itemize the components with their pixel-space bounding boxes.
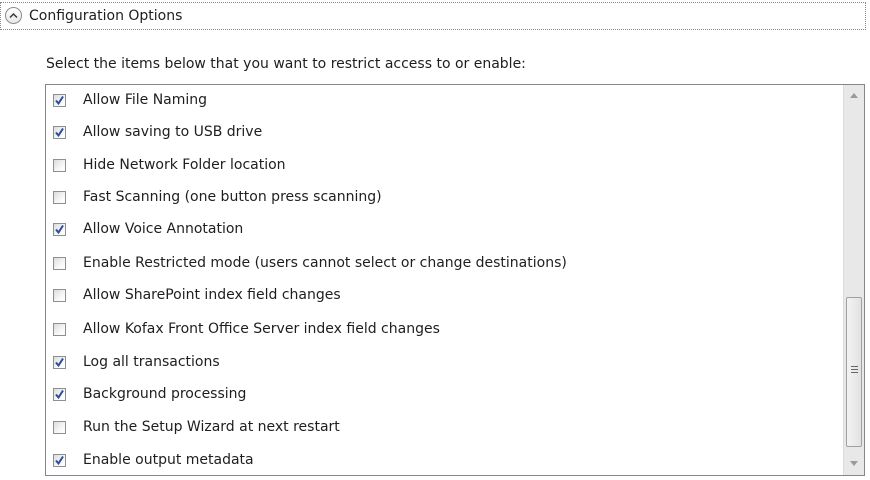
configuration-options-header: Configuration Options xyxy=(0,2,866,30)
checkbox-unchecked[interactable] xyxy=(53,289,66,302)
option-label: Allow Kofax Front Office Server index fi… xyxy=(83,321,440,337)
option-label: Log all transactions xyxy=(83,354,220,370)
checkbox-checked[interactable] xyxy=(53,356,66,369)
option-label: Allow Voice Annotation xyxy=(83,221,244,237)
scroll-down-arrow-icon[interactable] xyxy=(844,455,864,473)
chevron-up-icon[interactable] xyxy=(5,7,22,24)
option-label: Fast Scanning (one button press scanning… xyxy=(83,189,382,205)
option-label: Background processing xyxy=(83,386,247,402)
scroll-up-arrow-icon[interactable] xyxy=(844,87,864,105)
checkbox-unchecked[interactable] xyxy=(53,257,66,270)
option-label: Allow File Naming xyxy=(83,92,208,108)
option-row[interactable]: Allow SharePoint index field changes xyxy=(46,283,836,311)
option-row[interactable]: Log all transactions xyxy=(46,350,836,378)
section-title: Configuration Options xyxy=(29,8,183,24)
option-label: Enable output metadata xyxy=(83,452,254,468)
option-label: Hide Network Folder location xyxy=(83,157,286,173)
option-label: Run the Setup Wizard at next restart xyxy=(83,419,340,435)
option-row[interactable]: Run the Setup Wizard at next restart xyxy=(46,415,836,443)
checkbox-unchecked[interactable] xyxy=(53,159,66,172)
option-label: Allow saving to USB drive xyxy=(83,124,263,140)
checkbox-unchecked[interactable] xyxy=(53,323,66,336)
vertical-scrollbar[interactable] xyxy=(843,85,864,475)
checkbox-checked[interactable] xyxy=(53,454,66,467)
option-label: Allow SharePoint index field changes xyxy=(83,287,341,303)
options-list[interactable]: Allow File Naming Allow saving to USB dri… xyxy=(45,84,865,476)
option-row[interactable]: Enable output metadata xyxy=(46,448,836,476)
instruction-text: Select the items below that you want to … xyxy=(46,56,526,72)
option-row[interactable]: Allow Voice Annotation xyxy=(46,217,836,245)
option-row[interactable]: Allow File Naming xyxy=(46,88,836,116)
checkbox-unchecked[interactable] xyxy=(53,191,66,204)
option-row[interactable]: Allow Kofax Front Office Server index fi… xyxy=(46,317,836,345)
checkbox-checked[interactable] xyxy=(53,126,66,139)
option-row[interactable]: Fast Scanning (one button press scanning… xyxy=(46,185,836,213)
checkbox-checked[interactable] xyxy=(53,388,66,401)
option-row[interactable]: Allow saving to USB drive xyxy=(46,120,836,148)
option-row[interactable]: Enable Restricted mode (users cannot sel… xyxy=(46,251,836,279)
scroll-thumb[interactable] xyxy=(846,297,862,447)
scroll-grip-icon xyxy=(851,366,858,375)
checkbox-unchecked[interactable] xyxy=(53,421,66,434)
checkbox-checked[interactable] xyxy=(53,94,66,107)
option-label: Enable Restricted mode (users cannot sel… xyxy=(83,255,567,271)
option-row[interactable]: Background processing xyxy=(46,382,836,410)
option-row[interactable]: Hide Network Folder location xyxy=(46,153,836,181)
checkbox-checked[interactable] xyxy=(53,223,66,236)
